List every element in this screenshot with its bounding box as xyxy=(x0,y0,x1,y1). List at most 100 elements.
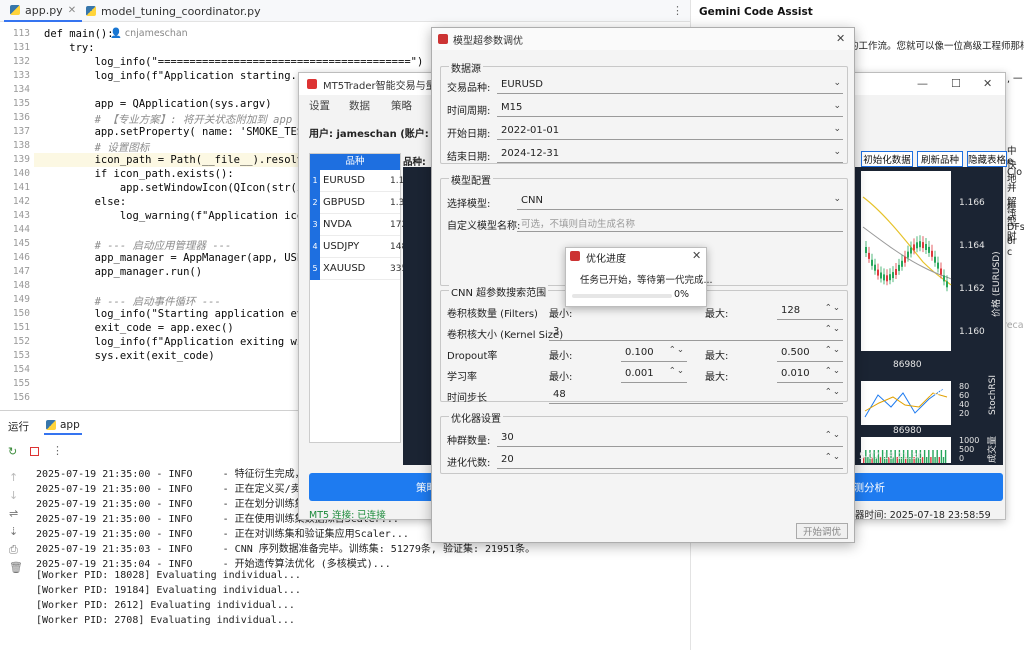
progress-percent: 0% xyxy=(674,289,690,300)
app-icon xyxy=(438,34,448,44)
volume-bar xyxy=(942,457,945,463)
log-line: 2025-07-19 21:35:00 - INFO - 正在划分训练集和 xyxy=(36,499,315,510)
more-options-icon[interactable]: ⋮ xyxy=(672,4,683,17)
start-date-picker[interactable]: 2022-01-01 ⌄ xyxy=(497,122,843,140)
init-data-button[interactable]: 初始化数据 xyxy=(861,151,913,167)
candle-body xyxy=(934,256,936,263)
code-line: app.setWindowIcon(QIcon(str(ico xyxy=(44,182,316,194)
timeframe-select[interactable]: M15 ⌄ xyxy=(497,99,843,117)
tab-model-tuning[interactable]: model_tuning_coordinator.py xyxy=(80,0,267,22)
group-title: 优化器设置 xyxy=(449,410,503,425)
price-axis-label: 价格 (EURUSD) xyxy=(990,251,1002,317)
candle-body xyxy=(886,275,888,282)
symbol-row[interactable]: 5 XAUUSD 3350 xyxy=(310,257,413,280)
filters-label: 卷积核数量 (Filters) xyxy=(447,309,538,320)
symbol-row[interactable]: 2 GBPUSD 1.34 xyxy=(310,191,410,214)
minimize-icon[interactable]: — xyxy=(917,77,928,90)
row-index: 2 xyxy=(310,191,320,214)
menu-data[interactable]: 数据 xyxy=(349,98,370,113)
price-tick: 1.166 xyxy=(959,198,985,208)
code-line: # --- 启动事件循环 --- xyxy=(44,296,221,308)
volume-bar xyxy=(936,450,938,463)
connection-status: MT5 连接: 已连接 xyxy=(309,510,386,521)
close-icon[interactable]: ✕ xyxy=(692,249,701,262)
python-file-icon xyxy=(10,5,20,15)
symbol-select[interactable]: EURUSD ⌄ xyxy=(497,76,843,94)
code-line: else: xyxy=(44,196,127,208)
candle-body xyxy=(892,272,894,279)
assist-text: recall xyxy=(1003,320,1024,331)
price-tick: 1.162 xyxy=(959,284,985,294)
code-line: icon_path = Path(__file__).resolve( xyxy=(44,154,316,166)
candle-body xyxy=(907,251,909,258)
candle-body xyxy=(937,262,939,269)
population-label: 种群数量: xyxy=(447,436,491,447)
model-name-label: 自定义模型名称: xyxy=(447,221,521,232)
log-line: [Worker PID: 19184] Evaluating individua… xyxy=(36,585,301,596)
log-line: [Worker PID: 2708] Evaluating individual… xyxy=(36,615,295,626)
maximize-icon[interactable]: ☐ xyxy=(951,77,961,90)
candle-body xyxy=(874,264,876,271)
symbol-row[interactable]: 1 EURUSD 1.16 xyxy=(310,169,410,192)
kernel-spin[interactable]: 3 ⌃⌄ xyxy=(549,323,843,341)
x-tick: 86980 xyxy=(893,360,922,370)
max-label: 最大: xyxy=(705,372,729,383)
menu-strategy[interactable]: 策略 xyxy=(391,98,412,113)
code-line: log_warning(f"Application icon xyxy=(44,210,310,222)
app-icon xyxy=(307,79,317,89)
log-line: [Worker PID: 18028] Evaluating individua… xyxy=(36,570,301,581)
candle-body xyxy=(943,275,945,282)
row-index: 3 xyxy=(310,213,320,236)
assist-text: or c xyxy=(1007,236,1017,258)
dialog-title-bar: 模型超参数调优 xyxy=(432,28,854,50)
candle-body xyxy=(898,264,900,271)
x-tick: 86980 xyxy=(893,426,922,436)
volume-bar xyxy=(926,457,928,463)
generations-spin[interactable]: 20 ⌃⌄ xyxy=(497,451,843,469)
symbol-row[interactable]: 3 NVDA 172. xyxy=(310,213,410,236)
spin-arrows-icon: ⌃⌄ xyxy=(824,430,841,440)
start-date-label: 开始日期: xyxy=(447,129,491,140)
symbol-name: EURUSD xyxy=(323,175,365,186)
end-date-picker[interactable]: 2024-12-31 ⌄ xyxy=(497,145,843,163)
close-icon[interactable]: ✕ xyxy=(836,32,845,45)
menu-settings[interactable]: 设置 xyxy=(309,98,330,113)
tab-app-py[interactable]: app.py ✕ xyxy=(4,0,83,22)
assist-text: e Clo xyxy=(1007,156,1023,178)
group-title: 数据源 xyxy=(449,60,483,75)
chevron-down-icon: ⌄ xyxy=(833,194,841,204)
hide-table-button[interactable]: 隐藏表格 xyxy=(967,151,1007,167)
spin-arrows-icon: ⌃⌄ xyxy=(824,366,841,376)
symbol-row[interactable]: 4 USDJPY 148. xyxy=(310,235,410,258)
max-label: 最大: xyxy=(705,351,729,362)
log-line: [Worker PID: 2612] Evaluating individual… xyxy=(36,600,295,611)
spin-arrows-icon: ⌃⌄ xyxy=(824,303,841,313)
model-name-input[interactable]: 可选，不填则自动生成名称 xyxy=(517,214,843,232)
symbol-name: GBPUSD xyxy=(323,197,366,208)
volume-bar xyxy=(930,457,932,463)
python-file-icon xyxy=(86,6,96,16)
dropout-min-spin[interactable]: 0.100 ⌃⌄ xyxy=(621,344,687,362)
code-line: log_info("Starting application even xyxy=(44,308,316,320)
dropout-label: Dropout率 xyxy=(447,351,498,362)
code-line: def main(): xyxy=(44,28,114,40)
close-icon[interactable]: ✕ xyxy=(983,77,992,90)
symbol-label: 交易品种: xyxy=(447,83,491,94)
steps-spin[interactable]: 48 ⌃⌄ xyxy=(549,386,843,404)
filters-max-spin[interactable]: 128 ⌃⌄ xyxy=(777,302,843,320)
start-tuning-button[interactable]: 开始调优 xyxy=(796,523,848,539)
stoch-tick: 60 xyxy=(959,391,969,400)
candle-body xyxy=(940,268,942,275)
population-spin[interactable]: 30 ⌃⌄ xyxy=(497,429,843,447)
model-select[interactable]: CNN ⌄ xyxy=(517,192,843,210)
lr-max-spin[interactable]: 0.010 ⌃⌄ xyxy=(777,365,843,383)
candle-body xyxy=(916,242,918,249)
refresh-symbols-button[interactable]: 刷新品种 xyxy=(917,151,963,167)
candle-body xyxy=(877,269,879,276)
dropout-max-spin[interactable]: 0.500 ⌃⌄ xyxy=(777,344,843,362)
close-icon[interactable]: ✕ xyxy=(68,5,76,16)
lr-min-spin[interactable]: 0.001 ⌃⌄ xyxy=(621,365,687,383)
date-label: 5-07-18 21:30 xyxy=(859,452,923,462)
chevron-down-icon: ⌄ xyxy=(833,124,841,134)
spin-arrows-icon: ⌃⌄ xyxy=(824,345,841,355)
